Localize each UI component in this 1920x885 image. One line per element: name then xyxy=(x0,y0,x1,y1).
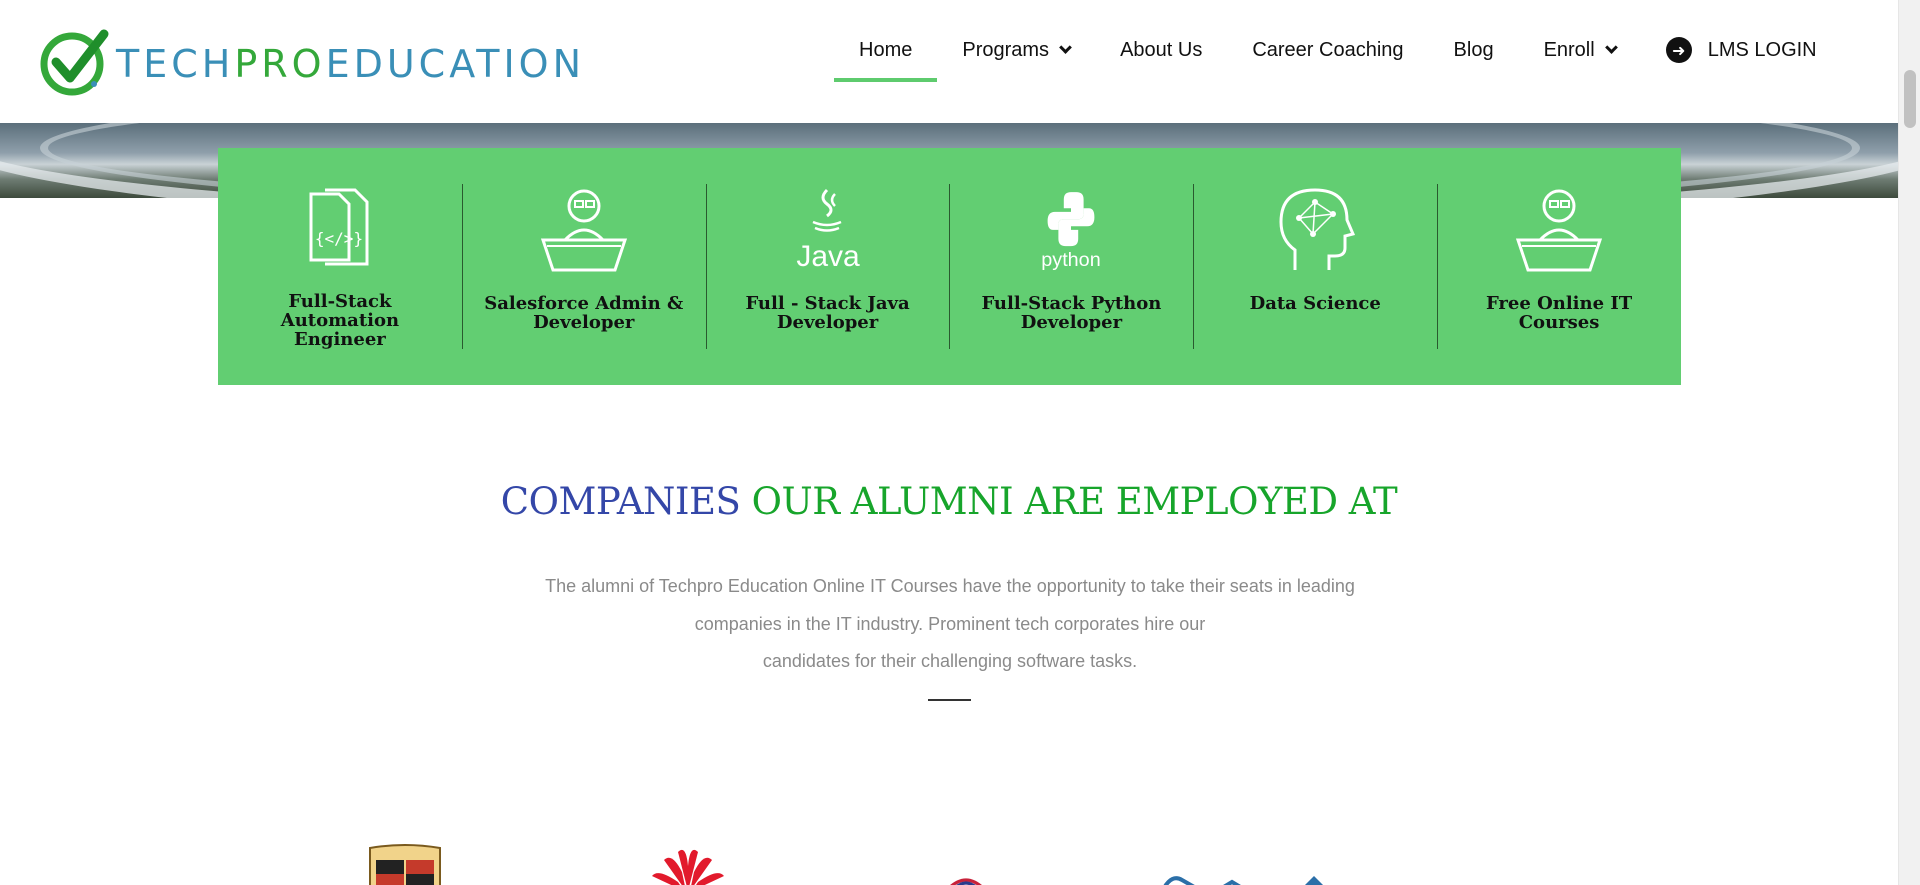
python-logo-text: python xyxy=(1042,249,1101,271)
main-nav: Home Programs About Us Career Coaching B… xyxy=(834,0,1842,100)
techpro-logo[interactable]: TECHPROEDUCATION xyxy=(38,26,608,98)
lms-login-link[interactable]: ➜ LMS LOGIN xyxy=(1641,0,1842,100)
program-label: Full - Stack Java Developer xyxy=(745,293,910,333)
brand-wordmark-education: EDUCATION xyxy=(325,42,585,86)
nav-item-label: Programs xyxy=(962,38,1050,61)
nav-item-blog[interactable]: Blog xyxy=(1429,0,1519,100)
companies-description: The alumni of Techpro Education Online I… xyxy=(520,568,1380,681)
nav-item-label: Career Coaching xyxy=(1252,38,1404,61)
laptop-user-icon xyxy=(539,184,629,274)
flag-logo xyxy=(950,878,982,885)
program-card-free-courses[interactable]: Free Online IT Courses xyxy=(1437,184,1681,349)
brand-wordmark-tech: TECH xyxy=(116,42,235,86)
java-logo-text: Java xyxy=(796,240,860,273)
java-logo-icon: Java xyxy=(783,184,873,274)
program-label: Free Online IT Courses xyxy=(1485,293,1633,333)
site-header: TECHPROEDUCATION Home Programs About Us … xyxy=(0,0,1898,123)
companies-section-title: COMPANIES OUR ALUMNI ARE EMPLOYED AT xyxy=(0,480,1898,523)
checkmark-logo-icon xyxy=(40,29,109,96)
program-card-java[interactable]: Java Full - Stack Java Developer xyxy=(705,184,950,349)
swoosh-logo xyxy=(1163,876,1323,885)
porsche-logo xyxy=(369,844,441,885)
section-divider xyxy=(928,699,971,701)
lms-login-label: LMS LOGIN xyxy=(1707,38,1817,61)
program-card-data-science[interactable]: Data Science xyxy=(1193,184,1437,349)
brain-network-icon xyxy=(1270,184,1360,274)
nav-item-enroll[interactable]: Enroll xyxy=(1519,0,1641,100)
title-part-alumni: OUR ALUMNI ARE EMPLOYED AT xyxy=(751,480,1398,523)
arrow-circle-right-icon: ➜ xyxy=(1665,37,1692,63)
programs-panel: {</>} Full-Stack Automation Engineer Sal… xyxy=(218,148,1681,385)
program-label: Full-Stack Automation Engineer xyxy=(280,291,400,350)
huawei-logo xyxy=(652,849,724,885)
program-card-python[interactable]: python Full-Stack Python Developer xyxy=(949,184,1193,349)
nav-item-about-us[interactable]: About Us xyxy=(1095,0,1227,100)
chevron-down-icon xyxy=(1604,40,1618,54)
program-card-salesforce[interactable]: Salesforce Admin & Developer xyxy=(461,184,706,349)
python-logo-icon: python xyxy=(1026,184,1116,274)
nav-item-home[interactable]: Home xyxy=(834,0,938,100)
nav-item-label: Home xyxy=(859,38,913,61)
brand-wordmark: TECHPROEDUCATION xyxy=(116,44,585,84)
program-label: Salesforce Admin & Developer xyxy=(484,293,684,333)
nav-item-programs[interactable]: Programs xyxy=(937,0,1095,100)
nav-item-label: Enroll xyxy=(1543,38,1595,61)
program-label: Full-Stack Python Developer xyxy=(981,293,1162,333)
title-part-companies: COMPANIES xyxy=(500,480,741,523)
program-card-automation[interactable]: {</>} Full-Stack Automation Engineer xyxy=(218,184,462,349)
description-line: companies in the IT industry. Prominent … xyxy=(694,613,1206,634)
page-scrollbar[interactable] xyxy=(1898,0,1920,885)
svg-text:{</>}: {</>} xyxy=(315,229,363,248)
nav-item-career-coaching[interactable]: Career Coaching xyxy=(1227,0,1428,100)
code-document-icon: {</>} xyxy=(295,184,385,272)
laptop-user-icon xyxy=(1514,184,1604,274)
chevron-down-icon xyxy=(1059,40,1072,54)
company-logos-row xyxy=(0,840,1898,885)
nav-item-label: Blog xyxy=(1453,38,1494,61)
description-line: The alumni of Techpro Education Online I… xyxy=(545,576,1355,596)
scrollbar-thumb[interactable] xyxy=(1904,70,1916,128)
nav-item-label: About Us xyxy=(1120,38,1203,61)
program-label: Data Science xyxy=(1249,293,1381,314)
brand-wordmark-pro: PRO xyxy=(234,42,326,86)
description-line: candidates for their challenging softwar… xyxy=(762,651,1138,671)
